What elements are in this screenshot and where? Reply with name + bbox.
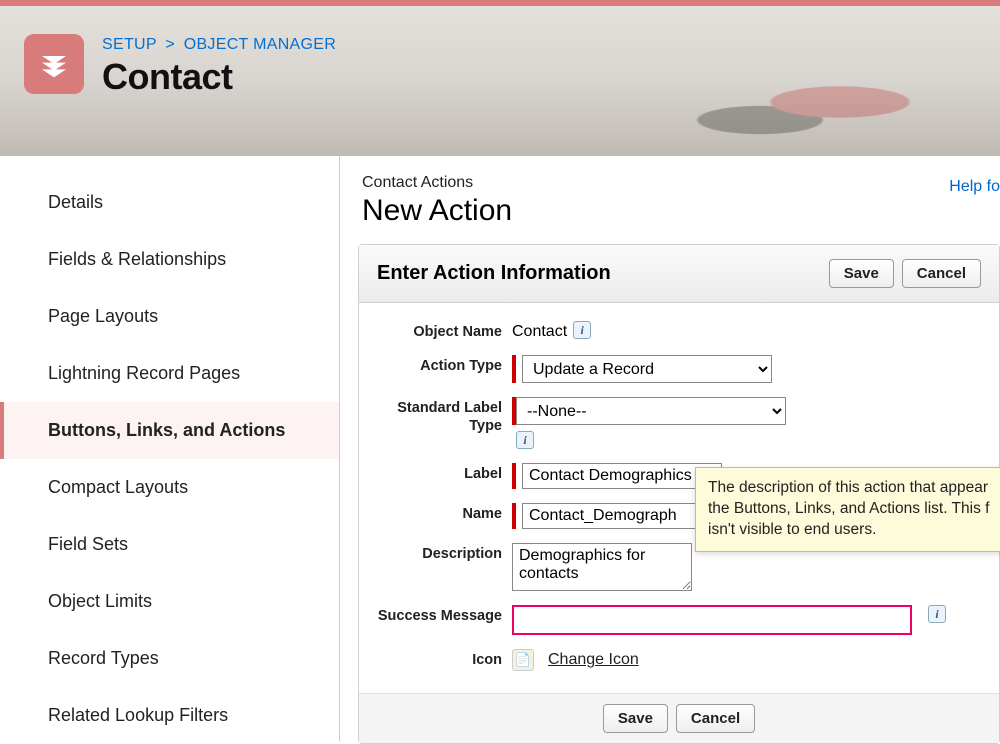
action-type-label: Action Type	[377, 355, 512, 375]
name-field-label: Name	[377, 503, 512, 523]
info-icon[interactable]: i	[573, 321, 591, 339]
standard-label-type-select[interactable]: --None--	[516, 397, 786, 425]
required-indicator	[512, 355, 516, 383]
breadcrumb-leaf[interactable]: OBJECT MANAGER	[184, 36, 336, 53]
object-icon	[24, 34, 84, 94]
success-message-label: Success Message	[377, 605, 512, 625]
sidebar-item-related-lookup-filters[interactable]: Related Lookup Filters	[0, 687, 339, 744]
sidebar-item-record-types[interactable]: Record Types	[0, 630, 339, 687]
header-band: SETUP > OBJECT MANAGER Contact	[0, 6, 1000, 156]
sidebar-item-object-limits[interactable]: Object Limits	[0, 573, 339, 630]
breadcrumb-root[interactable]: SETUP	[102, 36, 157, 53]
info-icon[interactable]: i	[928, 605, 946, 623]
sidebar-item-page-layouts[interactable]: Page Layouts	[0, 288, 339, 345]
label-input[interactable]	[522, 463, 722, 489]
content-area: Help fo Contact Actions New Action Enter…	[340, 156, 1000, 741]
header-bg-graphic	[600, 66, 1000, 156]
content-subhead: Contact Actions	[362, 174, 1000, 192]
change-icon-link[interactable]: Change Icon	[548, 651, 639, 669]
sidebar: Details Fields & Relationships Page Layo…	[0, 156, 340, 741]
breadcrumb: SETUP > OBJECT MANAGER	[102, 36, 336, 54]
cancel-button-top[interactable]: Cancel	[902, 259, 981, 288]
save-button-bottom[interactable]: Save	[603, 704, 668, 733]
success-message-input[interactable]	[512, 605, 912, 635]
standard-label-type-label: Standard Label Type	[377, 397, 512, 435]
sidebar-item-details[interactable]: Details	[0, 174, 339, 231]
info-icon[interactable]: i	[516, 431, 534, 449]
page-title: Contact	[102, 56, 336, 98]
breadcrumb-separator: >	[165, 36, 175, 53]
icon-label: Icon	[377, 649, 512, 669]
label-field-label: Label	[377, 463, 512, 483]
required-indicator	[512, 463, 516, 489]
object-name-value: Contact	[512, 321, 567, 341]
panel-title: Enter Action Information	[377, 262, 611, 285]
sidebar-item-lightning-record-pages[interactable]: Lightning Record Pages	[0, 345, 339, 402]
save-button-top[interactable]: Save	[829, 259, 894, 288]
object-name-label: Object Name	[377, 321, 512, 341]
description-textarea[interactable]: Demographics for contacts	[512, 543, 692, 591]
action-type-select[interactable]: Update a Record	[522, 355, 772, 383]
sidebar-item-field-sets[interactable]: Field Sets	[0, 516, 339, 573]
required-indicator	[512, 503, 516, 529]
cancel-button-bottom[interactable]: Cancel	[676, 704, 755, 733]
description-tooltip: The description of this action that appe…	[695, 467, 1000, 552]
name-input[interactable]	[522, 503, 702, 529]
action-icon-thumb: 📄	[512, 649, 534, 671]
content-head: New Action	[362, 194, 1000, 228]
sidebar-item-compact-layouts[interactable]: Compact Layouts	[0, 459, 339, 516]
sidebar-item-buttons-links-actions[interactable]: Buttons, Links, and Actions	[0, 402, 339, 459]
help-link[interactable]: Help fo	[949, 178, 1000, 196]
description-label: Description	[377, 543, 512, 563]
sidebar-item-fields-relationships[interactable]: Fields & Relationships	[0, 231, 339, 288]
